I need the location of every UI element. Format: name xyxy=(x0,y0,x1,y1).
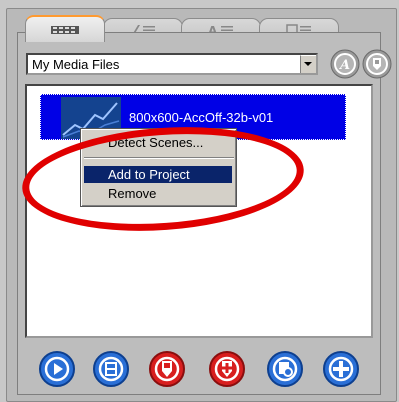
menu-item-add-to-project[interactable]: Add to Project xyxy=(84,166,232,183)
import-media-button[interactable]: A xyxy=(330,49,360,79)
red-add-icon xyxy=(209,351,245,387)
menu-item-remove[interactable]: Remove xyxy=(84,185,232,202)
folder-options-button[interactable] xyxy=(362,49,392,79)
folder-dropdown[interactable]: My Media Files xyxy=(26,53,318,75)
media-item-name: 800x600-AccOff-32b-v01 xyxy=(129,110,274,125)
tab-video-clips[interactable] xyxy=(25,15,105,42)
search-media-icon xyxy=(267,351,303,387)
folder-dropdown-value: My Media Files xyxy=(32,57,120,72)
import-media-icon: A xyxy=(330,49,360,79)
folder-options-icon xyxy=(362,49,392,79)
add-button[interactable] xyxy=(322,350,360,388)
context-menu: Detect Scenes... Add to Project Remove xyxy=(80,128,237,207)
red-export-icon xyxy=(149,351,185,387)
search-media-button[interactable] xyxy=(266,350,304,388)
svg-text:A: A xyxy=(338,58,350,73)
film-clip-icon xyxy=(93,351,129,387)
film-clip-button[interactable] xyxy=(92,350,130,388)
video-clips-icon xyxy=(51,25,79,34)
menu-separator xyxy=(84,157,234,159)
menu-item-detect-scenes[interactable]: Detect Scenes... xyxy=(84,134,232,151)
play-media-icon xyxy=(39,351,75,387)
media-list[interactable]: 800x600-AccOff-32b-v01 xyxy=(25,84,373,338)
red-add-button[interactable] xyxy=(208,350,246,388)
play-media-button[interactable] xyxy=(38,350,76,388)
chevron-down-icon[interactable] xyxy=(300,55,316,73)
bottom-toolbar xyxy=(20,350,380,390)
add-icon xyxy=(323,351,359,387)
red-export-button[interactable] xyxy=(148,350,186,388)
